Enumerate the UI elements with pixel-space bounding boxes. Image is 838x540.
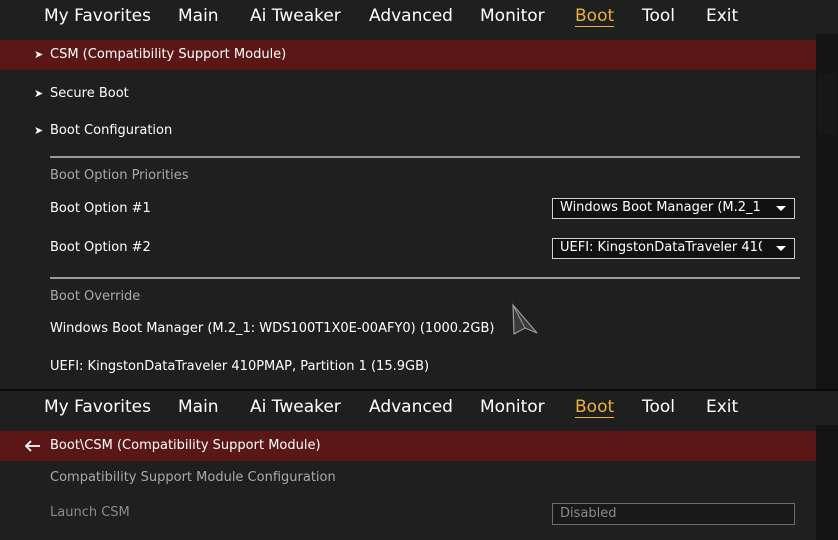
nav-tab-advanced[interactable]: Advanced xyxy=(369,397,453,417)
back-arrow-icon[interactable] xyxy=(25,440,41,452)
nav-tab-my-favorites[interactable]: My Favorites xyxy=(44,397,151,417)
launch-csm-field: Disabled xyxy=(552,503,795,525)
breadcrumb: Boot\CSM (Compatibility Support Module) xyxy=(0,431,816,461)
nav-tab-advanced[interactable]: Advanced xyxy=(369,6,453,26)
launch-csm-value: Disabled xyxy=(560,506,617,521)
nav-tab-main[interactable]: Main xyxy=(178,397,219,417)
nav-tab-ai-tweaker[interactable]: Ai Tweaker xyxy=(250,6,341,26)
scrollbar[interactable] xyxy=(816,34,838,389)
nav-tab-tool[interactable]: Tool xyxy=(642,397,675,417)
nav-tab-tool[interactable]: Tool xyxy=(642,6,675,26)
menu-item-boot-configuration-label: Boot Configuration xyxy=(50,123,173,138)
nav-tab-exit[interactable]: Exit xyxy=(706,397,738,417)
boot-override-item[interactable]: UEFI: KingstonDataTraveler 410PMAP, Part… xyxy=(50,359,429,374)
csm-config-heading: Compatibility Support Module Configurati… xyxy=(50,470,336,485)
boot-option-2-label: Boot Option #2 xyxy=(50,240,151,255)
menu-item-secure-boot[interactable]: ➤ Secure Boot xyxy=(0,80,816,108)
nav-tab-main[interactable]: Main xyxy=(178,6,219,26)
nav-tab-boot[interactable]: Boot xyxy=(575,6,615,27)
section-divider xyxy=(50,156,800,158)
menu-item-boot-configuration[interactable]: ➤ Boot Configuration xyxy=(0,117,816,145)
boot-menu-panel: My Favorites Main Ai Tweaker Advanced Mo… xyxy=(0,0,838,389)
scrollbar-thumb[interactable] xyxy=(818,74,836,134)
chevron-right-icon: ➤ xyxy=(34,48,44,61)
nav-tab-exit[interactable]: Exit xyxy=(706,6,738,26)
csm-submenu-panel: My Favorites Main Ai Tweaker Advanced Mo… xyxy=(0,391,838,540)
caret-down-icon xyxy=(776,246,786,251)
nav-tab-boot[interactable]: Boot xyxy=(575,397,615,418)
chevron-right-icon: ➤ xyxy=(34,124,44,137)
nav-tab-monitor[interactable]: Monitor xyxy=(480,397,545,417)
boot-override-heading: Boot Override xyxy=(50,289,141,304)
menu-item-csm-label: CSM (Compatibility Support Module) xyxy=(50,47,287,62)
boot-option-2-value: UEFI: KingstonDataTraveler 410I xyxy=(560,240,762,255)
section-divider xyxy=(50,277,800,279)
caret-down-icon xyxy=(776,206,786,211)
top-nav-bar: My Favorites Main Ai Tweaker Advanced Mo… xyxy=(0,391,838,425)
top-nav-bar: My Favorites Main Ai Tweaker Advanced Mo… xyxy=(0,0,838,34)
boot-override-item[interactable]: Windows Boot Manager (M.2_1: WDS100T1X0E… xyxy=(50,321,494,336)
nav-tab-ai-tweaker[interactable]: Ai Tweaker xyxy=(250,397,341,417)
launch-csm-label: Launch CSM xyxy=(50,505,130,520)
boot-option-2-dropdown[interactable]: UEFI: KingstonDataTraveler 410I xyxy=(552,238,795,259)
boot-option-1-label: Boot Option #1 xyxy=(50,201,151,216)
chevron-right-icon: ➤ xyxy=(34,87,44,100)
boot-option-priorities-heading: Boot Option Priorities xyxy=(50,168,189,183)
mouse-cursor-icon xyxy=(512,303,538,335)
boot-option-1-value: Windows Boot Manager (M.2_1: xyxy=(560,200,762,215)
breadcrumb-path: Boot\CSM (Compatibility Support Module) xyxy=(50,438,321,453)
boot-option-1-dropdown[interactable]: Windows Boot Manager (M.2_1: xyxy=(552,198,795,219)
menu-item-secure-boot-label: Secure Boot xyxy=(50,86,129,101)
menu-item-csm[interactable]: ➤ CSM (Compatibility Support Module) xyxy=(0,40,816,70)
nav-tab-monitor[interactable]: Monitor xyxy=(480,6,545,26)
scrollbar[interactable] xyxy=(816,425,838,540)
nav-tab-my-favorites[interactable]: My Favorites xyxy=(44,6,151,26)
